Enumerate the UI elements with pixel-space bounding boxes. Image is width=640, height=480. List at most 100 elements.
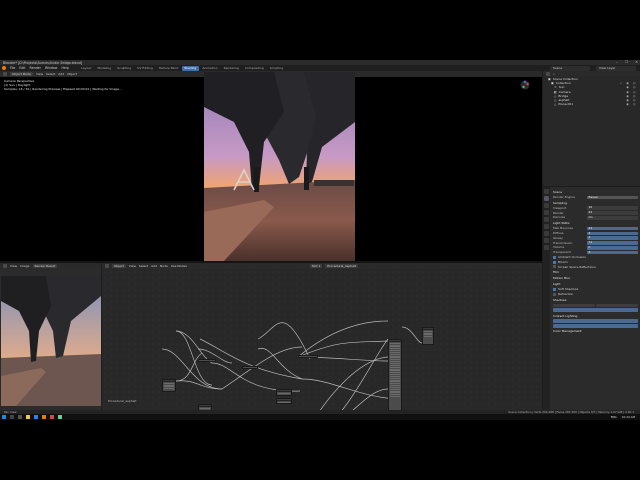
bridge-render-image: [204, 72, 355, 261]
view-layer-selector[interactable]: View Layer: [596, 65, 636, 71]
tab-compositing[interactable]: Compositing: [242, 66, 266, 71]
visibility-icons[interactable]: ◉ ◎: [626, 102, 637, 106]
checkbox[interactable]: [553, 265, 556, 269]
blender-taskbar-icon[interactable]: [42, 415, 46, 419]
render-tab-icon[interactable]: [544, 196, 549, 201]
checkbox[interactable]: [553, 260, 556, 264]
node-menu-add[interactable]: Add: [151, 264, 157, 268]
shader-node[interactable]: [276, 398, 292, 404]
shader-node[interactable]: [276, 389, 292, 396]
app-icon[interactable]: [50, 415, 54, 419]
blender-logo-icon[interactable]: [2, 66, 6, 70]
maximize-icon[interactable]: ❐: [625, 60, 628, 64]
close-icon[interactable]: ✕: [635, 60, 638, 64]
editor-type-icon[interactable]: [3, 72, 7, 76]
use-nodes-toggle[interactable]: Use Nodes: [171, 264, 187, 268]
outliner-filter-icon[interactable]: ⌕: [553, 72, 555, 76]
tool-tab-icon[interactable]: [544, 189, 549, 194]
node-editor-type-icon[interactable]: [105, 264, 109, 268]
reroute-node[interactable]: [242, 366, 258, 369]
reroute-node[interactable]: [198, 359, 216, 362]
checkbox[interactable]: [553, 293, 556, 297]
tab-shading[interactable]: Shading: [181, 65, 199, 71]
windows-taskbar: ENG 10:44 AM: [0, 414, 640, 420]
shader-node[interactable]: [162, 379, 176, 392]
output-tab-icon[interactable]: [544, 203, 549, 208]
subpanel-header[interactable]: Color Management: [553, 329, 638, 334]
scene-tab-icon[interactable]: [544, 217, 549, 222]
image-selector[interactable]: Render Result: [32, 264, 58, 268]
render-engine-row: Render Engine Eevee: [553, 195, 638, 200]
start-icon[interactable]: [2, 415, 6, 419]
node-menu-select[interactable]: Select: [139, 264, 148, 268]
subpanel-header[interactable]: Film: [553, 270, 638, 275]
image-menu-view[interactable]: View: [10, 264, 17, 268]
scene-selector[interactable]: Scene: [550, 65, 590, 71]
tab-texture-paint[interactable]: Texture Paint: [156, 66, 180, 71]
prop-row: Denoise On: [553, 215, 638, 220]
search-icon[interactable]: [10, 415, 14, 419]
menu-edit[interactable]: Edit: [19, 66, 25, 70]
node-menu-view[interactable]: View: [129, 264, 136, 268]
menu-window[interactable]: Window: [45, 66, 58, 70]
viewport-menu-add[interactable]: Add: [58, 72, 64, 76]
node-menu-node[interactable]: Node: [160, 264, 168, 268]
task-view-icon[interactable]: [18, 415, 22, 419]
checkbox[interactable]: [553, 288, 556, 292]
system-tray: ENG 10:44 AM: [611, 414, 635, 420]
material-output-node[interactable]: [422, 327, 434, 345]
clock[interactable]: 10:44 AM: [622, 414, 635, 420]
check-row[interactable]: Screen Space Reflections: [553, 265, 638, 270]
minimize-icon[interactable]: –: [616, 60, 618, 64]
menu-file[interactable]: File: [10, 66, 15, 70]
tab-sculpting[interactable]: Sculpting: [115, 66, 134, 71]
render-result-thumbnail: [1, 276, 101, 406]
browser-icon[interactable]: [34, 415, 38, 419]
object-tab-icon[interactable]: [544, 231, 549, 236]
outliner: ▣ Scene Collection ▣ Collection ✓ ◉ ◎ ☼ Sun ◉…: [543, 76, 640, 186]
object-mode-dropdown[interactable]: Object Mode: [10, 72, 33, 76]
check-row[interactable]: Refraction: [553, 292, 638, 297]
menu-render[interactable]: Render: [30, 66, 41, 70]
material-selector[interactable]: Procedural_asphalt: [325, 264, 358, 268]
app-icon[interactable]: [58, 415, 62, 419]
reroute-node[interactable]: [298, 355, 318, 358]
navigation-gizmo[interactable]: [520, 80, 530, 90]
viewport-info-overlay: Camera Perspective (1) Sun | Daylight Sa…: [4, 79, 122, 92]
tab-uv-editing[interactable]: UV Editing: [135, 66, 156, 71]
workspace-tabs: Layout Modeling Sculpting UV Editing Tex…: [79, 65, 286, 71]
tab-rendering[interactable]: Rendering: [221, 66, 241, 71]
viewport-menu-select[interactable]: Select: [46, 72, 55, 76]
node-tree-type-dropdown[interactable]: Object: [112, 264, 126, 268]
tab-modeling[interactable]: Modeling: [95, 66, 114, 71]
checkbox[interactable]: [553, 255, 556, 259]
material-tab-icon[interactable]: [544, 245, 549, 250]
menu-help[interactable]: Help: [61, 66, 68, 70]
subpanel-header[interactable]: Motion Blur: [553, 276, 638, 281]
prop-row: [553, 308, 638, 313]
prop-row: [553, 319, 638, 324]
outliner-type-icon[interactable]: [546, 71, 550, 76]
principled-bsdf-node[interactable]: [388, 339, 402, 420]
render-engine-dropdown[interactable]: Eevee: [587, 195, 638, 200]
tab-layout[interactable]: Layout: [79, 66, 94, 71]
image-menu-image[interactable]: Image: [20, 264, 29, 268]
viewport-menu-object[interactable]: Object: [67, 72, 77, 76]
blender-window: Blender* [D:\Projects\Scenes\Under Bridg…: [0, 60, 640, 420]
language-indicator[interactable]: ENG: [611, 414, 617, 420]
camera-render-preview: [204, 72, 355, 261]
tab-animation[interactable]: Animation: [200, 66, 220, 71]
file-explorer-icon[interactable]: [26, 415, 30, 419]
image-editor-type-icon[interactable]: [3, 264, 7, 268]
viewport-menu-view[interactable]: View: [36, 72, 43, 76]
node-editor-canvas[interactable]: [102, 269, 542, 420]
render-result-image: [1, 276, 101, 406]
prop-row: [553, 323, 638, 328]
view-layer-tab-icon[interactable]: [544, 210, 549, 215]
slot-selector[interactable]: Slot 1: [309, 264, 323, 268]
world-tab-icon[interactable]: [544, 224, 549, 229]
modifier-tab-icon[interactable]: [544, 238, 549, 243]
tab-scripting[interactable]: Scripting: [267, 66, 285, 71]
properties-panel: Scene Render Engine Eevee Sampling Viewp…: [550, 187, 640, 410]
outliner-item[interactable]: △ Plane.001 ◉ ◎: [548, 102, 640, 106]
